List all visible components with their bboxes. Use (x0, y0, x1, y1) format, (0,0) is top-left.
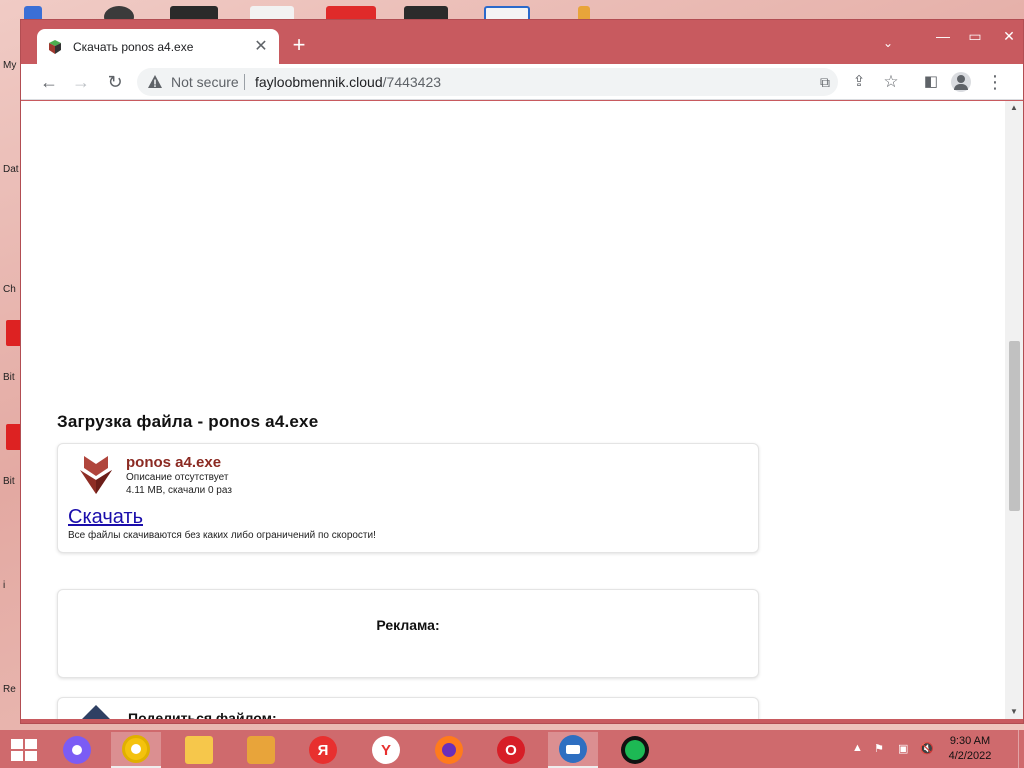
omnibox-divider (244, 74, 245, 90)
taskbar-app-thunderbird[interactable] (548, 732, 598, 768)
file-download-logo-icon (80, 456, 112, 494)
network-icon[interactable]: ▣ (898, 742, 908, 755)
folder-icon (185, 736, 213, 764)
taskbar-app-chrome[interactable] (111, 732, 161, 768)
close-tab-icon[interactable]: ✕ (253, 38, 269, 55)
desktop-label: My (3, 60, 17, 71)
translate-icon[interactable]: ⧉ (815, 72, 835, 92)
url-host: fayloobmennik.cloud (255, 74, 383, 90)
desktop-label: Re (3, 684, 16, 695)
tab-title: Скачать ponos a4.exe (73, 39, 194, 54)
warning-icon[interactable] (147, 74, 163, 90)
side-panel-icon[interactable]: ◧ (919, 70, 943, 94)
desktop-label: i (3, 580, 6, 591)
desktop-label: Bit (3, 476, 15, 487)
windows-start-icon[interactable] (10, 738, 38, 762)
browser-window: Скачать ponos a4.exe ✕ + ⌄ — ▭ ✕ ← → ↻ N… (20, 19, 1024, 724)
tray-chevron-up-icon[interactable]: ▲ (852, 742, 863, 754)
opera-icon: O (497, 736, 525, 764)
scroll-thumb[interactable] (1009, 341, 1020, 511)
speed-notice: Все файлы скачиваются без каких либо огр… (68, 530, 376, 541)
spotify-icon (621, 736, 649, 764)
file-card: ponos a4.exe Описание отсутствует 4.11 M… (57, 443, 759, 553)
back-icon[interactable]: ← (37, 70, 61, 94)
alice-icon (63, 736, 91, 764)
browser-tab[interactable]: Скачать ponos a4.exe ✕ (37, 29, 279, 64)
minimize-icon[interactable]: — (925, 24, 961, 48)
maximize-icon[interactable]: ▭ (957, 24, 993, 48)
page-title: Загрузка файла - ponos a4.exe (57, 412, 319, 431)
scroll-up-icon[interactable]: ▲ (1005, 101, 1023, 115)
taskbar-app-yandex[interactable]: Я (298, 732, 348, 768)
ad-label: Реклама: (376, 617, 440, 633)
security-status[interactable]: Not secure (171, 74, 239, 90)
browser-toolbar: ← → ↻ Not secure fayloobmennik.cloud/744… (21, 64, 1023, 100)
volume-muted-icon[interactable]: 🔇 (920, 742, 934, 755)
desktop-label: Dat (3, 164, 19, 175)
page-viewport: Загрузка файла - ponos a4.exe ponos a4.e… (21, 101, 1023, 719)
taskbar-app-announcer[interactable] (236, 732, 286, 768)
megaphone-icon (247, 736, 275, 764)
taskbar-app-explorer[interactable] (174, 732, 224, 768)
chevron-down-icon[interactable]: ⌄ (883, 36, 893, 50)
yandex-icon: Я (309, 736, 337, 764)
taskbar-app-opera[interactable]: O (486, 732, 536, 768)
download-link[interactable]: Скачать (68, 506, 143, 529)
address-bar[interactable]: Not secure fayloobmennik.cloud/7443423 ⧉ (137, 68, 838, 96)
taskbar-app-firefox[interactable] (424, 732, 474, 768)
share-card: Поделиться файлом: (57, 697, 759, 719)
ad-card: Реклама: (57, 589, 759, 678)
share-icon[interactable]: ⇪ (847, 70, 871, 94)
forward-icon[interactable]: → (69, 70, 93, 94)
site-favicon-icon (49, 39, 61, 54)
show-desktop-button[interactable] (1018, 730, 1024, 768)
chrome-icon (122, 735, 150, 763)
file-meta: 4.11 MB, скачали 0 раз (126, 485, 232, 496)
taskbar-app-alice[interactable] (52, 732, 102, 768)
thunderbird-icon (559, 735, 587, 763)
file-name: ponos a4.exe (126, 454, 222, 471)
desktop-label: Ch (3, 284, 16, 295)
clock-date: 4/2/2022 (948, 750, 992, 762)
clock[interactable]: 9:30 AM 4/2/2022 (940, 734, 1000, 764)
taskbar-app-yandex-browser[interactable]: Y (361, 732, 411, 768)
taskbar: Я Y O ▲ ⚑ ▣ 🔇 9:30 AM 4/2/2022 (0, 730, 1024, 768)
new-tab-icon[interactable]: + (287, 34, 311, 58)
title-bar: Скачать ponos a4.exe ✕ + ⌄ — ▭ ✕ (21, 20, 1023, 64)
close-window-icon[interactable]: ✕ (991, 24, 1024, 48)
url-path: /7443423 (382, 74, 442, 90)
taskbar-app-spotify[interactable] (610, 732, 660, 768)
share-file-icon (79, 705, 113, 719)
page-scrollbar[interactable]: ▲ ▼ (1005, 101, 1023, 719)
file-description: Описание отсутствует (126, 472, 229, 483)
menu-kebab-icon[interactable]: ⋮ (983, 70, 1007, 94)
flag-icon[interactable]: ⚑ (874, 742, 884, 755)
profile-avatar-icon[interactable] (951, 72, 971, 92)
scroll-down-icon[interactable]: ▼ (1005, 705, 1023, 719)
clock-time: 9:30 AM (949, 735, 991, 747)
reload-icon[interactable]: ↻ (103, 70, 127, 94)
firefox-icon (435, 736, 463, 764)
url-text[interactable]: fayloobmennik.cloud/7443423 (255, 74, 441, 90)
desktop-label: Bit (3, 372, 15, 383)
share-label: Поделиться файлом: (128, 710, 277, 719)
bookmark-star-icon[interactable]: ☆ (879, 70, 903, 94)
yandex-browser-icon: Y (372, 736, 400, 764)
